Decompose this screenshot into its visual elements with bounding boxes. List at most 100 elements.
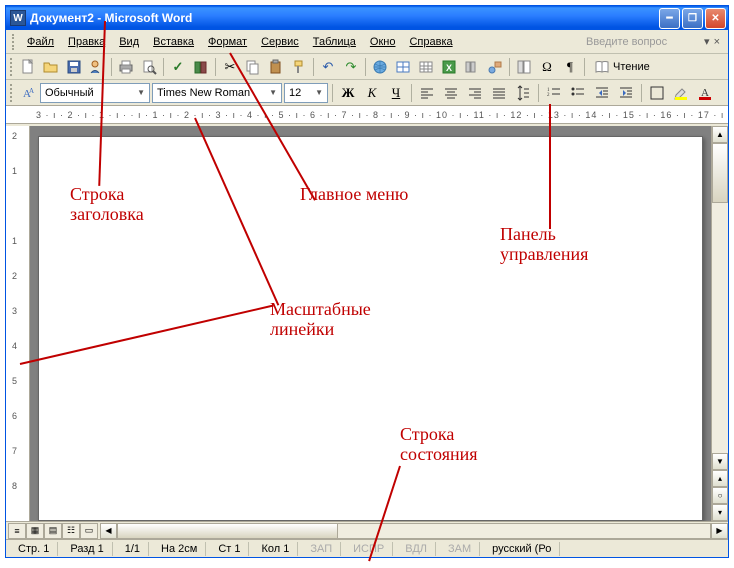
increase-indent-button[interactable]	[615, 82, 637, 104]
scroll-track[interactable]	[712, 143, 728, 453]
show-marks-button[interactable]: ¶	[559, 56, 581, 78]
close-button[interactable]: ✕	[705, 8, 726, 29]
mdi-close-icon[interactable]: ×	[712, 36, 722, 48]
numbering-button[interactable]: 12	[543, 82, 565, 104]
font-color-button[interactable]: A	[694, 82, 716, 104]
help-search-input[interactable]: Введите вопрос	[582, 34, 702, 50]
excel-button[interactable]: X	[438, 56, 460, 78]
outline-view-button[interactable]: ☷	[62, 523, 80, 539]
document-area[interactable]	[30, 126, 711, 521]
font-value: Times New Roman	[157, 87, 250, 99]
grip-icon[interactable]	[10, 84, 14, 102]
size-combo[interactable]: 12 ▼	[284, 83, 328, 103]
menu-file[interactable]: Файл	[20, 33, 61, 51]
paste-button[interactable]	[265, 56, 287, 78]
styles-pane-button[interactable]: AA	[18, 82, 38, 104]
chevron-down-icon[interactable]: ▼	[265, 88, 277, 97]
spellcheck-button[interactable]: ✓	[167, 56, 189, 78]
scroll-thumb[interactable]	[712, 143, 728, 203]
format-painter-button[interactable]	[288, 56, 310, 78]
vertical-scrollbar[interactable]: ▲ ▼ ▴ ○ ▾	[711, 126, 728, 521]
grip-icon[interactable]	[10, 58, 14, 76]
copy-button[interactable]	[242, 56, 264, 78]
style-combo[interactable]: Обычный ▼	[40, 83, 150, 103]
status-line: Ст 1	[210, 542, 249, 556]
status-rec[interactable]: ЗАП	[302, 542, 341, 556]
scroll-left-button[interactable]: ◀	[100, 523, 117, 539]
chevron-down-icon[interactable]: ▼	[311, 88, 323, 97]
align-left-button[interactable]	[416, 82, 438, 104]
status-trk[interactable]: ИСПР	[345, 542, 393, 556]
chevron-down-icon[interactable]: ▼	[133, 88, 145, 97]
normal-view-button[interactable]: ≡	[8, 523, 26, 539]
maximize-button[interactable]: ❐	[682, 8, 703, 29]
docmap-button[interactable]	[513, 56, 535, 78]
status-ext[interactable]: ВДЛ	[397, 542, 436, 556]
formatting-toolbar: AA Обычный ▼ Times New Roman ▼ 12 ▼ Ж К …	[6, 80, 728, 106]
cut-button[interactable]: ✂	[219, 56, 241, 78]
menu-insert[interactable]: Вставка	[146, 33, 201, 51]
bold-button[interactable]: Ж	[337, 82, 359, 104]
print-button[interactable]	[115, 56, 137, 78]
vertical-ruler[interactable]: 2 1 1 2 3 4 5 6 7 8	[6, 126, 30, 521]
highlight-button[interactable]	[670, 82, 692, 104]
scroll-up-button[interactable]: ▲	[712, 126, 728, 143]
decrease-indent-button[interactable]	[591, 82, 613, 104]
equation-button[interactable]: Ω	[536, 56, 558, 78]
menu-view[interactable]: Вид	[112, 33, 146, 51]
justify-button[interactable]	[488, 82, 510, 104]
preview-button[interactable]	[138, 56, 160, 78]
new-doc-button[interactable]	[17, 56, 39, 78]
size-value: 12	[289, 87, 301, 99]
print-view-button[interactable]: ▤	[44, 523, 62, 539]
grip-icon[interactable]	[12, 34, 16, 50]
italic-button[interactable]: К	[361, 82, 383, 104]
scroll-down-button[interactable]: ▼	[712, 453, 728, 470]
insert-table-button[interactable]	[415, 56, 437, 78]
save-button[interactable]	[63, 56, 85, 78]
undo-button[interactable]: ↶	[317, 56, 339, 78]
svg-text:X: X	[446, 63, 452, 73]
redo-button[interactable]: ↷	[340, 56, 362, 78]
reading-layout-button[interactable]: Чтение	[588, 56, 656, 78]
align-right-button[interactable]	[464, 82, 486, 104]
browse-next-button[interactable]: ▾	[712, 504, 728, 521]
app-window: W Документ2 - Microsoft Word ━ ❐ ✕ Файл …	[5, 5, 729, 558]
horizontal-ruler[interactable]: 3 · ı · 2 · ı · 1 · ı · · ı · 1 · ı · 2 …	[6, 106, 728, 124]
columns-button[interactable]	[461, 56, 483, 78]
drawing-button[interactable]	[484, 56, 506, 78]
menu-edit[interactable]: Правка	[61, 33, 112, 51]
menu-help[interactable]: Справка	[402, 33, 459, 51]
browse-prev-button[interactable]: ▴	[712, 470, 728, 487]
browse-object-button[interactable]: ○	[712, 487, 728, 504]
scroll-right-button[interactable]: ▶	[711, 523, 728, 539]
bullets-button[interactable]	[567, 82, 589, 104]
menu-dropdown-icon[interactable]: ▾	[702, 35, 712, 48]
reading-view-button[interactable]: ▭	[80, 523, 98, 539]
minimize-button[interactable]: ━	[659, 8, 680, 29]
line-spacing-button[interactable]	[512, 82, 534, 104]
permission-button[interactable]	[86, 56, 108, 78]
menu-format[interactable]: Формат	[201, 33, 254, 51]
tables-borders-button[interactable]	[392, 56, 414, 78]
menu-table[interactable]: Таблица	[306, 33, 363, 51]
h-scroll-track[interactable]	[117, 523, 711, 539]
page[interactable]	[38, 136, 703, 521]
h-scroll-thumb[interactable]	[118, 524, 338, 538]
borders-button[interactable]	[646, 82, 668, 104]
align-center-button[interactable]	[440, 82, 462, 104]
open-button[interactable]	[40, 56, 62, 78]
underline-button[interactable]: Ч	[385, 82, 407, 104]
research-button[interactable]	[190, 56, 212, 78]
menu-service[interactable]: Сервис	[254, 33, 306, 51]
horizontal-scrollbar[interactable]: ◀ ▶	[100, 523, 728, 539]
status-col: Кол 1	[253, 542, 298, 556]
font-combo[interactable]: Times New Roman ▼	[152, 83, 282, 103]
menu-window[interactable]: Окно	[363, 33, 403, 51]
hyperlink-button[interactable]	[369, 56, 391, 78]
title-bar[interactable]: W Документ2 - Microsoft Word ━ ❐ ✕	[6, 6, 728, 30]
status-lang[interactable]: русский (Ро	[484, 542, 560, 556]
status-ovr[interactable]: ЗАМ	[440, 542, 480, 556]
web-view-button[interactable]: ▦	[26, 523, 44, 539]
standard-toolbar: ✓ ✂ ↶ ↷ X Ω ¶ Чтение	[6, 54, 728, 80]
